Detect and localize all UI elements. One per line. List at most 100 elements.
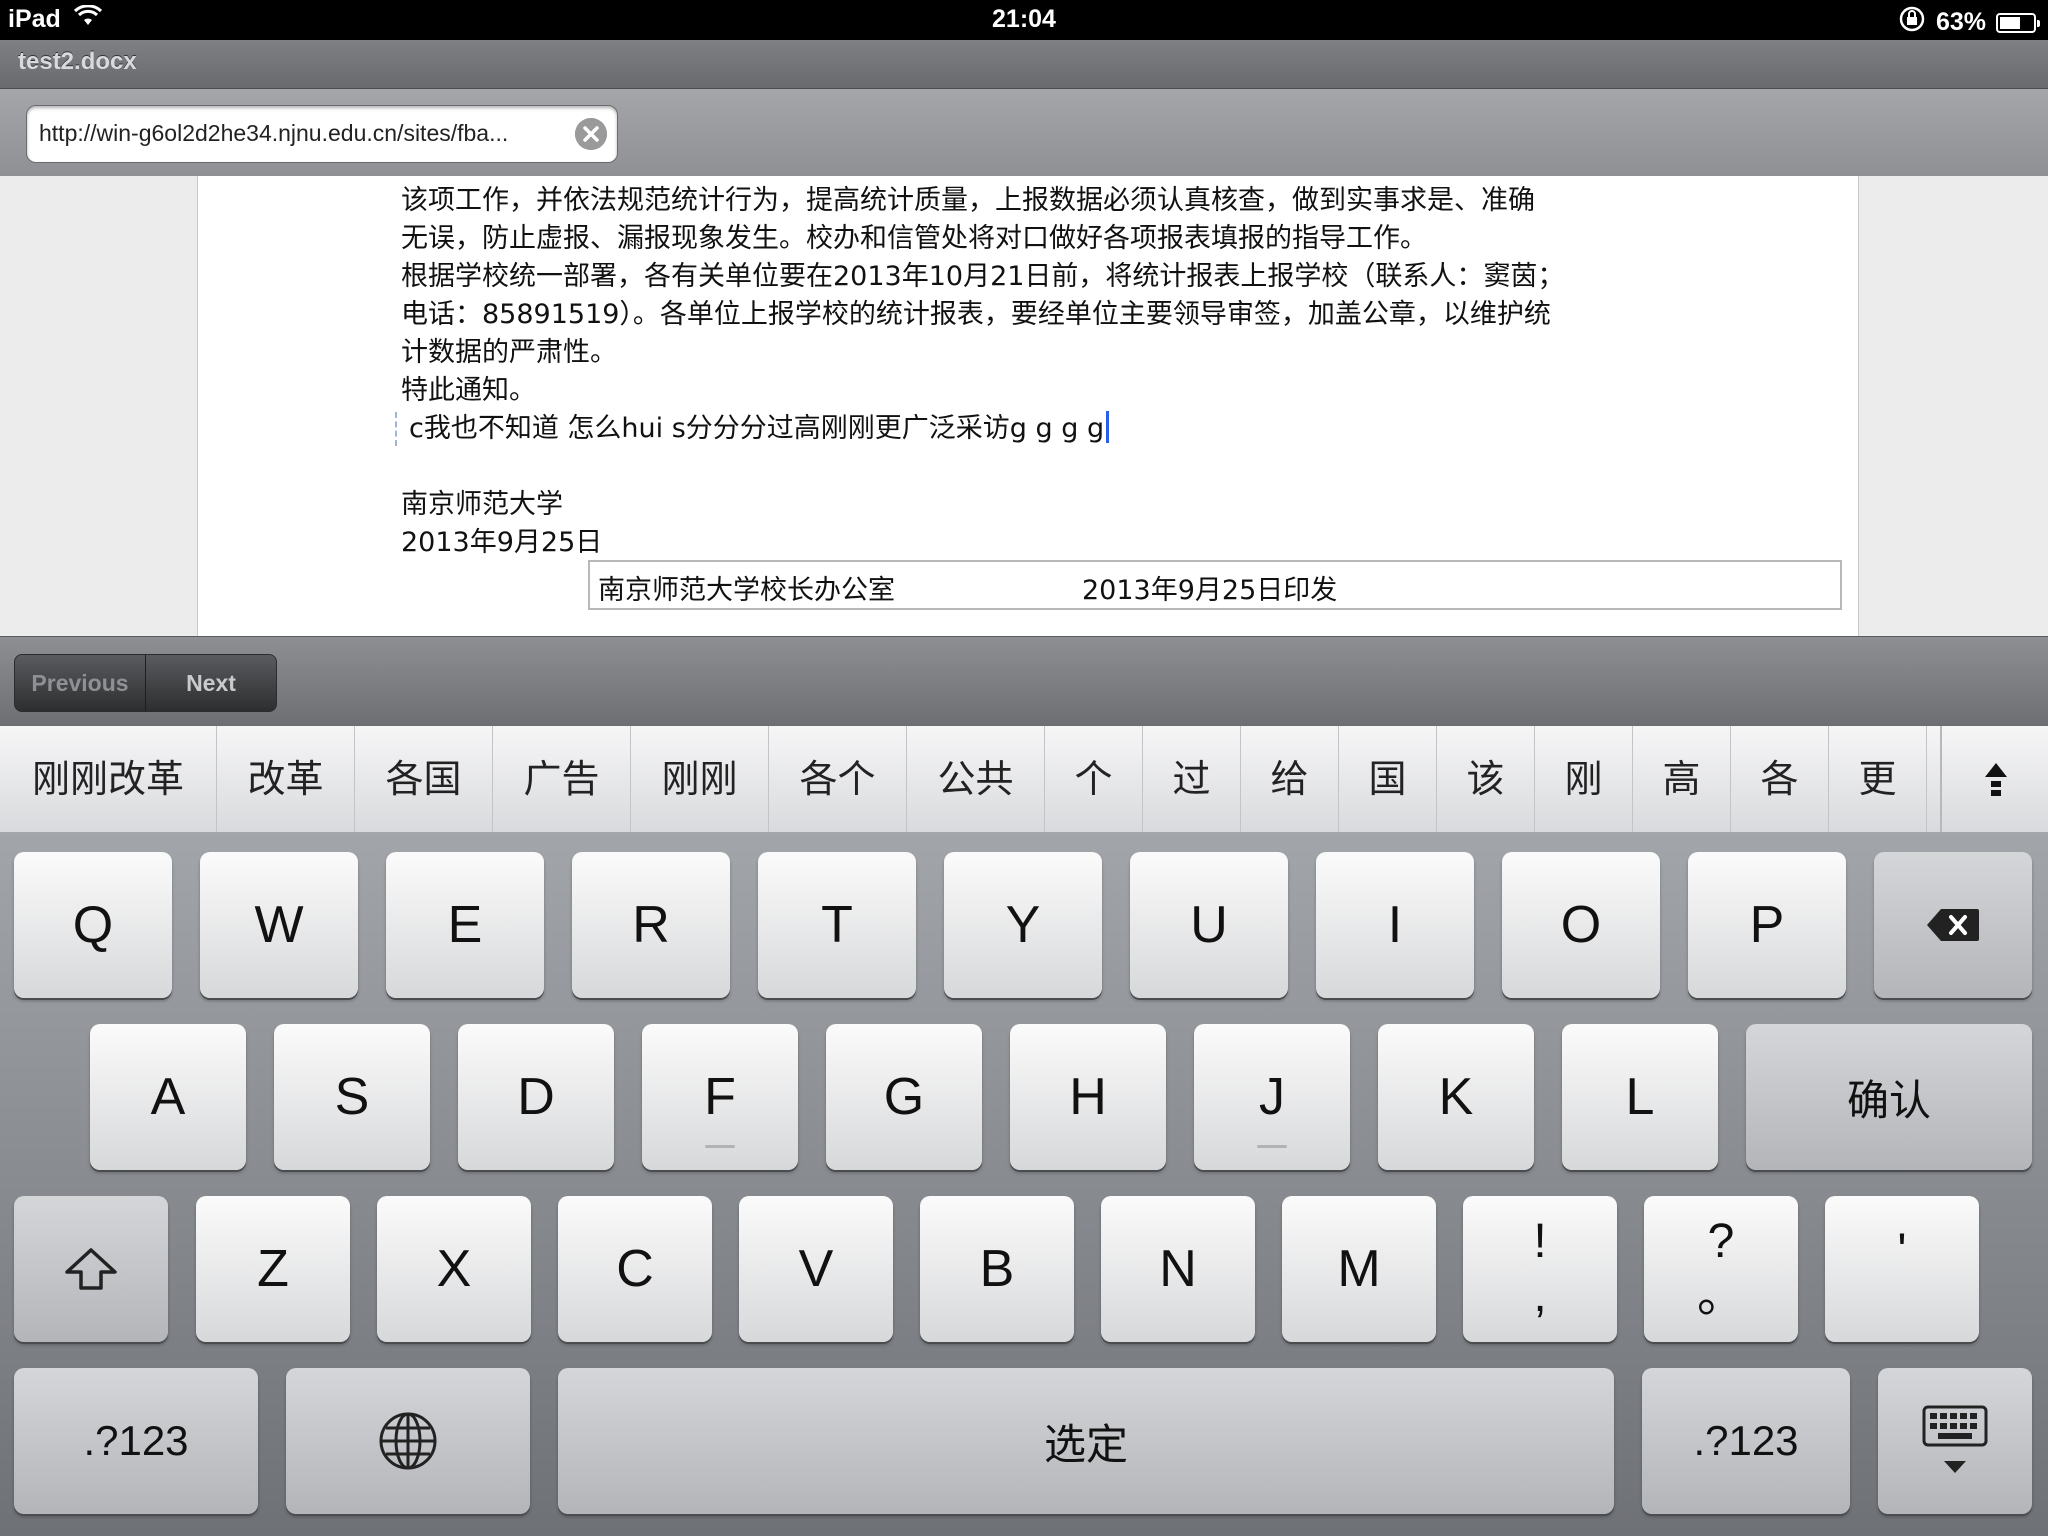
url-text[interactable]: http://win-g6ol2d2he34.njnu.edu.cn/sites…	[39, 120, 559, 147]
doc-line: 该项工作，并依法规范统计行为，提高统计质量，上报数据必须认真核查，做到实事求是、…	[401, 185, 1535, 216]
document-body[interactable]: 该项工作，并依法规范统计行为，提高统计质量，上报数据必须认真核查，做到实事求是、…	[395, 182, 1661, 562]
key-label: F	[704, 1068, 736, 1126]
doc-line: 计数据的严肃性。	[401, 337, 617, 368]
close-icon	[575, 118, 607, 150]
clear-url-button[interactable]	[575, 118, 607, 150]
key-a[interactable]: A	[90, 1024, 246, 1170]
key-u[interactable]: U	[1130, 852, 1288, 998]
url-bar: http://win-g6ol2d2he34.njnu.edu.cn/sites…	[0, 89, 2048, 176]
backspace-icon	[1927, 909, 1979, 941]
status-bar: iPad 21:04 63%	[0, 0, 2048, 40]
key-x[interactable]: X	[377, 1196, 531, 1342]
key-b[interactable]: B	[920, 1196, 1074, 1342]
shift-key[interactable]	[14, 1196, 168, 1342]
key-g[interactable]: G	[826, 1024, 982, 1170]
battery-percent: 63%	[1935, 8, 1986, 36]
key-k[interactable]: K	[1378, 1024, 1534, 1170]
doc-line: 特此通知。	[401, 375, 536, 406]
home-bump	[1257, 1145, 1287, 1148]
candidate[interactable]: 该	[1437, 726, 1535, 832]
form-toolbar: Previous Next	[0, 636, 2048, 727]
candidate[interactable]: 过	[1143, 726, 1241, 832]
document-area[interactable]: 该项工作，并依法规范统计行为，提高统计质量，上报数据必须认真核查，做到实事求是、…	[0, 176, 2048, 636]
key-f[interactable]: F	[642, 1024, 798, 1170]
title-bar: test2.docx	[0, 40, 2048, 89]
candidate[interactable]: 刚	[1535, 726, 1633, 832]
globe-icon	[379, 1412, 437, 1470]
next-button[interactable]: Next	[146, 655, 276, 711]
candidate[interactable]: 给	[1241, 726, 1339, 832]
key-j[interactable]: J	[1194, 1024, 1350, 1170]
key-n[interactable]: N	[1101, 1196, 1255, 1342]
key-top-label: !	[1533, 1215, 1547, 1268]
key-q[interactable]: Q	[14, 852, 172, 998]
candidate[interactable]: 改革	[217, 726, 355, 832]
doc-line: 根据学校统一部署，各有关单位要在2013年10月21日前，将统计报表上报学校（联…	[401, 261, 1565, 292]
key-question-period[interactable]: ?。	[1644, 1196, 1798, 1342]
key-z[interactable]: Z	[196, 1196, 350, 1342]
key-r[interactable]: R	[572, 852, 730, 998]
document-title: test2.docx	[18, 48, 137, 75]
candidate[interactable]: 更	[1829, 726, 1927, 832]
key-y[interactable]: Y	[944, 852, 1102, 998]
signature-date: 2013年9月25日	[401, 527, 603, 558]
doc-line: 无误，防止虚报、漏报现象发生。校办和信管处将对口做好各项报表填报的指导工作。	[401, 223, 1427, 254]
candidate-bar: 刚刚改革 改革 各国 广告 刚刚 各个 公共 个 过 给 国 该 刚 高 各 更	[0, 726, 2048, 833]
expand-candidates-button[interactable]	[1940, 726, 2048, 832]
key-m[interactable]: M	[1282, 1196, 1436, 1342]
editing-text[interactable]: c我也不知道 怎么hui s分分分过高刚刚更广泛采访g g g g	[409, 413, 1104, 444]
key-c[interactable]: C	[558, 1196, 712, 1342]
candidate[interactable]: 广告	[493, 726, 631, 832]
candidate[interactable]: 公共	[907, 726, 1045, 832]
prev-next-control: Previous Next	[14, 654, 277, 712]
home-bump	[705, 1145, 735, 1148]
globe-key[interactable]	[286, 1368, 530, 1514]
candidate[interactable]: 刚刚	[631, 726, 769, 832]
numbers-key-left[interactable]: .?123	[14, 1368, 258, 1514]
key-bottom-label: ,	[1533, 1269, 1547, 1322]
doc-line: 电话：85891519）。各单位上报学校的统计报表，要经单位主要领导审签，加盖公…	[401, 299, 1551, 330]
key-w[interactable]: W	[200, 852, 358, 998]
document-page[interactable]: 该项工作，并依法规范统计行为，提高统计质量，上报数据必须认真核查，做到实事求是、…	[197, 176, 1859, 636]
key-e[interactable]: E	[386, 852, 544, 998]
arrow-up-icon	[1985, 763, 2007, 796]
key-t[interactable]: T	[758, 852, 916, 998]
key-apostrophe[interactable]: '	[1825, 1196, 1979, 1342]
key-s[interactable]: S	[274, 1024, 430, 1170]
url-field[interactable]: http://win-g6ol2d2he34.njnu.edu.cn/sites…	[26, 105, 618, 163]
candidate[interactable]: 国	[1339, 726, 1437, 832]
key-h[interactable]: H	[1010, 1024, 1166, 1170]
numbers-key-right[interactable]: .?123	[1642, 1368, 1850, 1514]
footer-box: 南京师范大学校长办公室 2013年9月25日印发	[588, 560, 1842, 610]
clock: 21:04	[992, 5, 1056, 33]
backspace-key[interactable]	[1874, 852, 2032, 998]
candidate[interactable]: 各个	[769, 726, 907, 832]
keyboard: Q W E R T Y U I O P A S D F G H J K L 确认…	[0, 832, 2048, 1536]
key-i[interactable]: I	[1316, 852, 1474, 998]
key-p[interactable]: P	[1688, 852, 1846, 998]
footer-office: 南京师范大学校长办公室	[598, 575, 895, 606]
key-o[interactable]: O	[1502, 852, 1660, 998]
rotation-lock-icon	[1898, 5, 1926, 40]
confirm-key[interactable]: 确认	[1746, 1024, 2032, 1170]
previous-button[interactable]: Previous	[15, 655, 146, 711]
key-bottom-label: 。	[1696, 1269, 1745, 1322]
key-l[interactable]: L	[1562, 1024, 1718, 1170]
text-cursor	[1106, 411, 1110, 443]
signature: 南京师范大学	[401, 489, 563, 520]
space-key[interactable]: 选定	[558, 1368, 1614, 1514]
candidate[interactable]: 刚刚改革	[0, 726, 217, 832]
hide-keyboard-key[interactable]	[1878, 1368, 2032, 1514]
candidate[interactable]: 高	[1633, 726, 1731, 832]
key-top-label: ?	[1707, 1215, 1735, 1268]
candidate[interactable]: 各	[1731, 726, 1829, 832]
candidate[interactable]: 各国	[355, 726, 493, 832]
battery-icon	[1996, 12, 2040, 33]
editing-line[interactable]: c我也不知道 怎么hui s分分分过高刚刚更广泛采访g g g g	[395, 410, 1661, 448]
key-d[interactable]: D	[458, 1024, 614, 1170]
key-v[interactable]: V	[739, 1196, 893, 1342]
keyboard-hide-icon	[1922, 1405, 1988, 1473]
key-exclaim-comma[interactable]: !,	[1463, 1196, 1617, 1342]
key-label: J	[1259, 1068, 1285, 1126]
candidate[interactable]: 个	[1045, 726, 1143, 832]
